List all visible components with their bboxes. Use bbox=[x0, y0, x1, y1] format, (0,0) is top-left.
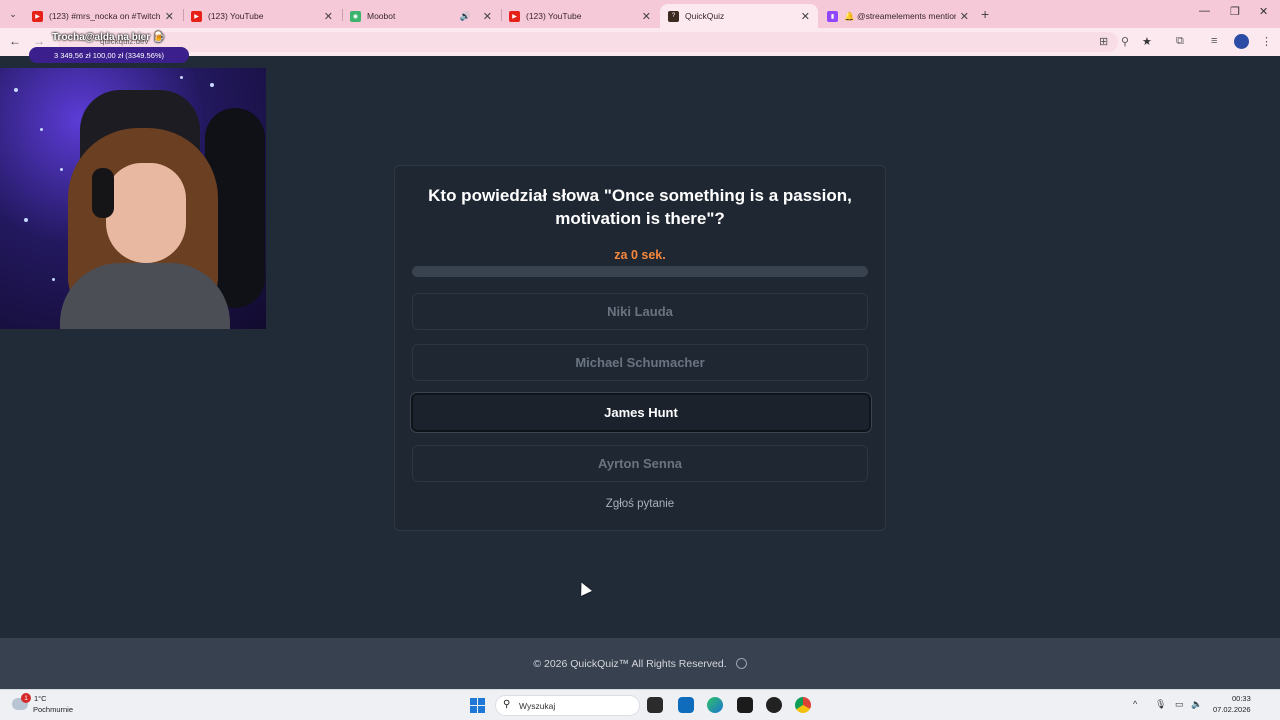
time-progress-bar bbox=[412, 266, 868, 277]
tab-youtube-2[interactable]: ▶ (123) YouTube ✕ bbox=[501, 4, 659, 28]
donation-title: Trocha@alda na bier 🍺 bbox=[52, 32, 166, 43]
answer-option[interactable]: Ayrton Senna bbox=[412, 445, 868, 482]
edge-icon[interactable] bbox=[707, 697, 723, 713]
windows-start-icon[interactable] bbox=[470, 698, 485, 713]
footer-copyright: © 2026 QuickQuiz™ All Rights Reserved. bbox=[533, 657, 727, 670]
close-tab-icon[interactable]: ✕ bbox=[642, 10, 651, 23]
extensions-icon[interactable]: ⧉ bbox=[1176, 35, 1184, 48]
forward-icon[interactable]: → bbox=[33, 34, 45, 48]
weather-temperature[interactable]: 1°C bbox=[34, 694, 47, 703]
obs-icon[interactable] bbox=[766, 697, 782, 713]
profile-avatar[interactable] bbox=[1234, 34, 1249, 49]
volume-icon[interactable]: 🔈 bbox=[1191, 699, 1202, 710]
zoom-icon[interactable]: ⚲ bbox=[1121, 35, 1129, 48]
new-tab-button[interactable]: + bbox=[981, 6, 989, 22]
back-icon[interactable]: ← bbox=[9, 34, 21, 48]
tab-youtube[interactable]: ▶ (123) YouTube ✕ bbox=[183, 4, 341, 28]
answer-option-selected[interactable]: James Hunt bbox=[411, 393, 871, 432]
outlook-icon[interactable] bbox=[678, 697, 694, 713]
tab-moobot[interactable]: ◉ Moobot 🔊 ✕ bbox=[342, 4, 500, 28]
quiz-card: Kto powiedział słowa "Once something is … bbox=[394, 165, 886, 531]
browser-toolbar: ← → quickquiz.dev ⊞ ⚲ ★ ⧉ ≡ ⋮ bbox=[0, 28, 1280, 56]
microphone-icon[interactable]: 🎙 bbox=[1155, 699, 1166, 710]
speaker-icon[interactable]: 🔊 bbox=[460, 11, 471, 22]
mouse-cursor-icon bbox=[576, 580, 592, 596]
close-tab-icon[interactable]: ✕ bbox=[165, 10, 174, 23]
close-tab-icon[interactable]: ✕ bbox=[483, 10, 492, 23]
question-text: Kto powiedział słowa "Once something is … bbox=[428, 186, 852, 228]
tab-twitch-youtube[interactable]: ▶ (123) #mrs_nocka on #Twitch | ✕ bbox=[24, 4, 182, 28]
close-tab-icon[interactable]: ✕ bbox=[960, 10, 969, 23]
close-window-icon[interactable]: ✕ bbox=[1259, 5, 1268, 18]
youtube-icon: ▶ bbox=[191, 10, 202, 22]
weather-description[interactable]: Pochmurnie bbox=[33, 705, 73, 714]
bookmark-star-icon[interactable]: ★ bbox=[1142, 35, 1152, 48]
quickquiz-icon: ? bbox=[668, 10, 679, 22]
browser-tab-strip: ⌄ ▶ (123) #mrs_nocka on #Twitch | ✕ ▶ (1… bbox=[0, 0, 1280, 28]
menu-kebab-icon[interactable]: ⋮ bbox=[1261, 35, 1272, 48]
chrome-icon[interactable] bbox=[795, 697, 811, 713]
tray-chevron-up-icon[interactable]: ^ bbox=[1133, 699, 1137, 709]
twitch-icon: ▮ bbox=[827, 10, 838, 22]
youtube-icon: ▶ bbox=[509, 10, 520, 22]
translate-icon[interactable]: ⊞ bbox=[1099, 35, 1108, 48]
close-tab-icon[interactable]: ✕ bbox=[801, 10, 810, 23]
moobot-icon: ◉ bbox=[350, 10, 361, 22]
tab-search-icon[interactable]: ⌄ bbox=[5, 6, 21, 22]
address-bar[interactable]: quickquiz.dev bbox=[58, 32, 1118, 52]
countdown-timer: za 0 sek. bbox=[614, 248, 666, 262]
media-control-icon[interactable]: ≡ bbox=[1211, 35, 1217, 47]
notification-badge: 1 bbox=[21, 693, 31, 703]
windows-taskbar: 1 1°C Pochmurnie ⚲ Wyszukaj ^ 🎙 ▭ 🔈 00:3… bbox=[0, 689, 1280, 720]
file-explorer-icon[interactable] bbox=[647, 697, 663, 713]
tab-streamelements[interactable]: ▮ 🔔 @streamelements mention ✕ bbox=[819, 4, 977, 28]
donation-amount-badge: 3 349,56 zł 100,00 zł (3349.56%) bbox=[29, 47, 189, 63]
clock-date[interactable]: 07.02.2026 bbox=[1213, 705, 1251, 714]
youtube-icon: ▶ bbox=[32, 10, 43, 22]
minimize-icon[interactable]: — bbox=[1199, 5, 1210, 17]
report-question-link[interactable]: Zgłoś pytanie bbox=[395, 498, 885, 510]
close-tab-icon[interactable]: ✕ bbox=[324, 10, 333, 23]
site-footer: © 2026 QuickQuiz™ All Rights Reserved. bbox=[0, 638, 1280, 689]
restore-icon[interactable]: ❐ bbox=[1230, 5, 1240, 18]
tab-quickquiz[interactable]: ? QuickQuiz ✕ bbox=[660, 4, 818, 28]
answer-option[interactable]: Michael Schumacher bbox=[412, 344, 868, 381]
clock-time[interactable]: 00:33 bbox=[1232, 694, 1251, 703]
taskbar-search-input[interactable]: ⚲ Wyszukaj bbox=[495, 695, 640, 716]
webcam-overlay bbox=[0, 68, 266, 329]
github-icon[interactable] bbox=[735, 658, 747, 669]
network-icon[interactable]: ▭ bbox=[1175, 699, 1184, 710]
search-icon: ⚲ bbox=[503, 699, 511, 710]
app-icon[interactable] bbox=[737, 697, 753, 713]
answer-option[interactable]: Niki Lauda bbox=[412, 293, 868, 330]
